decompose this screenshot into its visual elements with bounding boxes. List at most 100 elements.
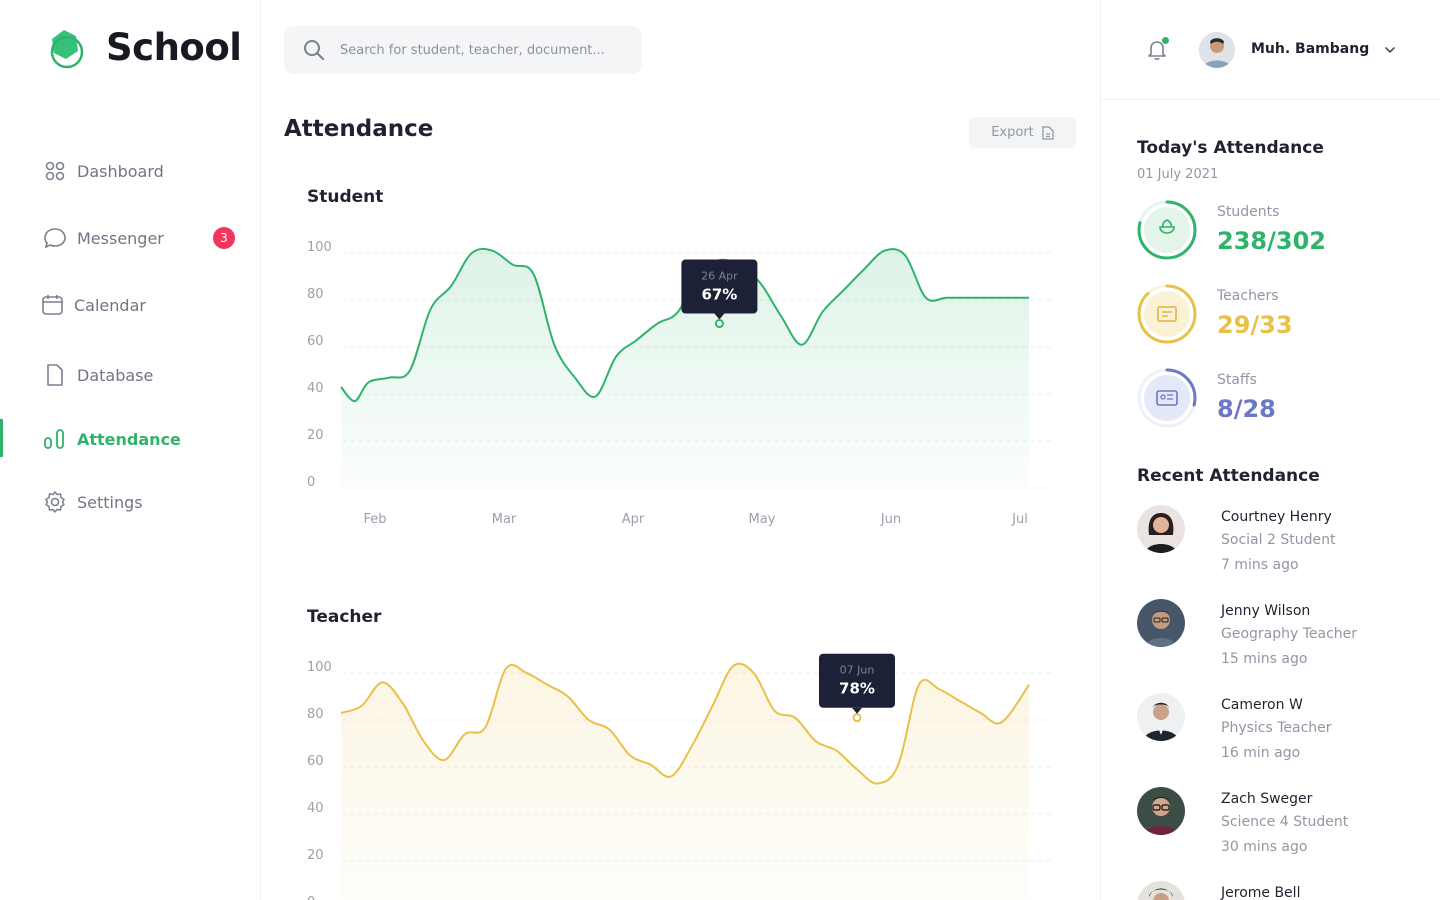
y-tick-label: 40: [307, 381, 324, 396]
stat-value-students: 238/302: [1217, 227, 1326, 255]
tooltip-value: 67%: [701, 286, 737, 304]
recent-time: 7 mins ago: [1221, 557, 1299, 573]
brand-name: School: [106, 26, 242, 69]
x-tick-label: Mar: [492, 512, 517, 527]
logo-icon: [50, 29, 84, 68]
stat-value-teachers: 29/33: [1217, 311, 1293, 339]
todays-attendance-title: Today's Attendance: [1137, 138, 1324, 158]
stat-value-staffs: 8/28: [1217, 395, 1276, 423]
recent-name: Jenny Wilson: [1221, 603, 1311, 619]
export-label: Export: [991, 125, 1034, 140]
avatar-man-glasses-2-icon: [1137, 787, 1185, 835]
sidebar-item-label: Database: [77, 365, 154, 385]
y-tick-label: 20: [307, 848, 324, 863]
recent-role: Physics Teacher: [1221, 720, 1332, 736]
sidebar-item-database[interactable]: Database: [0, 353, 260, 397]
sidebar-item-attendance[interactable]: Attendance: [0, 417, 260, 461]
avatar-man-suit-icon: [1137, 693, 1185, 741]
sidebar-item-dashboard[interactable]: Dashboard: [0, 149, 260, 193]
student-attendance-chart[interactable]: 100 80 60 40 20 0 Feb Mar Apr May Jun Jul 26 Apr 67%: [261, 230, 1100, 540]
unread-badge: 3: [213, 227, 235, 249]
stat-label-teachers: Teachers: [1217, 288, 1279, 304]
recent-name: Cameron W: [1221, 697, 1303, 713]
stat-label-students: Students: [1217, 204, 1280, 220]
document-icon: [1042, 125, 1054, 140]
recent-time: 16 min ago: [1221, 745, 1301, 761]
y-tick-label: 0: [307, 895, 315, 900]
todays-date: 01 July 2021: [1137, 167, 1219, 182]
avatar[interactable]: [1137, 787, 1185, 835]
avatar-man-icon: [1137, 881, 1185, 900]
x-tick-label: Apr: [622, 512, 645, 527]
topbar: Muh. Bambang: [1101, 0, 1440, 100]
sidebar-item-label: Dashboard: [77, 161, 164, 181]
y-tick-label: 80: [307, 287, 324, 302]
sidebar-item-label: Settings: [77, 492, 143, 512]
y-tick-label: 100: [307, 660, 332, 675]
x-tick-label: Feb: [363, 512, 386, 527]
y-tick-label: 60: [307, 334, 324, 349]
avatar[interactable]: [1137, 881, 1185, 900]
tooltip-date: 07 Jun: [840, 664, 875, 677]
stat-label-staffs: Staffs: [1217, 372, 1257, 388]
sidebar: School Dashboard Messenger 3 Calendar Da…: [0, 0, 261, 900]
sidebar-item-label: Messenger: [77, 228, 164, 248]
search-input[interactable]: [340, 38, 630, 62]
sidebar-item-calendar[interactable]: Calendar: [0, 283, 260, 327]
right-panel: Muh. Bambang Today's Attendance 01 July …: [1100, 0, 1440, 900]
avatar[interactable]: [1137, 693, 1185, 741]
teacher-chart-title: Teacher: [307, 607, 382, 627]
student-chart-title: Student: [307, 187, 384, 207]
x-tick-label: Jul: [1011, 512, 1028, 527]
avatar[interactable]: [1137, 505, 1185, 553]
bar-chart-icon: [44, 429, 64, 449]
x-tick-label: Jun: [880, 512, 901, 527]
y-tick-label: 100: [307, 240, 332, 255]
chevron-down-icon[interactable]: [1383, 43, 1397, 57]
logo[interactable]: School: [46, 26, 242, 69]
recent-name: Courtney Henry: [1221, 509, 1332, 525]
students-progress-ring: [1137, 200, 1197, 260]
series-area: [341, 663, 1029, 900]
data-point-marker: [852, 713, 862, 723]
gear-icon: [45, 491, 65, 513]
tooltip-arrow: [852, 707, 862, 714]
export-button[interactable]: Export: [969, 117, 1076, 148]
search-icon: [304, 40, 324, 60]
recent-name: Jerome Bell: [1221, 885, 1301, 900]
x-tick-label: May: [749, 512, 776, 527]
grid-icon: [45, 161, 65, 181]
tooltip-date: 26 Apr: [701, 270, 738, 283]
data-point-marker: [714, 319, 724, 329]
search-bar[interactable]: [284, 26, 642, 74]
user-name[interactable]: Muh. Bambang: [1251, 41, 1369, 57]
user-avatar-icon: [1199, 32, 1235, 68]
recent-role: Geography Teacher: [1221, 626, 1358, 642]
y-tick-label: 80: [307, 707, 324, 722]
notification-dot: [1162, 37, 1169, 44]
recent-name: Zach Sweger: [1221, 791, 1313, 807]
recent-role: Science 4 Student: [1221, 814, 1349, 830]
teacher-attendance-chart[interactable]: 100 80 60 40 20 0 07 Jun 78%: [261, 650, 1100, 900]
y-tick-label: 40: [307, 801, 324, 816]
y-tick-label: 20: [307, 428, 324, 443]
chat-bubble-icon: [44, 228, 66, 249]
recent-attendance-title: Recent Attendance: [1137, 466, 1320, 486]
avatar-woman-icon: [1137, 505, 1185, 553]
sidebar-item-messenger[interactable]: Messenger 3: [0, 216, 260, 260]
sidebar-item-settings[interactable]: Settings: [0, 480, 260, 524]
recent-time: 30 mins ago: [1221, 839, 1308, 855]
avatar-man-glasses-icon: [1137, 599, 1185, 647]
page-title: Attendance: [284, 116, 434, 142]
avatar[interactable]: [1137, 599, 1185, 647]
y-tick-label: 60: [307, 754, 324, 769]
y-tick-label: 0: [307, 475, 315, 490]
staffs-progress-ring: [1137, 368, 1197, 428]
avatar[interactable]: [1199, 32, 1235, 68]
sidebar-item-label: Attendance: [77, 429, 181, 449]
file-icon: [47, 364, 63, 386]
recent-time: 15 mins ago: [1221, 651, 1308, 667]
sidebar-item-label: Calendar: [74, 295, 146, 315]
main-content: Attendance Export Student 100 80 60 40 20 0 Fe…: [261, 0, 1100, 900]
recent-role: Social 2 Student: [1221, 532, 1336, 548]
